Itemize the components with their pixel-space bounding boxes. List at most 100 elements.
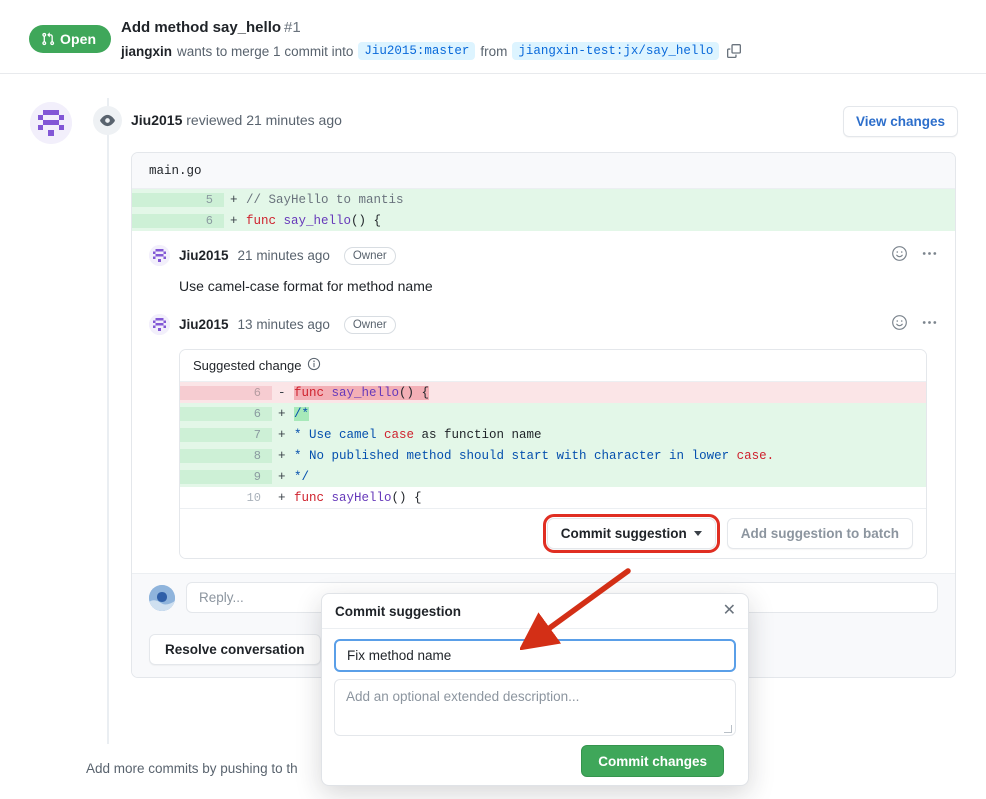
diff-line-number: 9 — [180, 470, 272, 484]
page-title: Add method say_hello#1 — [121, 19, 301, 36]
commit-suggestion-button[interactable]: Commit suggestion — [547, 518, 716, 549]
close-icon[interactable]: ✕ — [723, 603, 736, 619]
review-verb: reviewed — [186, 112, 242, 128]
diff-line-sign: + — [224, 214, 246, 228]
code-comment-star: * No published method should start with … — [294, 449, 737, 463]
diff-line-sign: + — [272, 449, 294, 463]
diff-line-sign: + — [272, 428, 294, 442]
dialog-title: Commit suggestion — [335, 604, 461, 619]
suggested-change-label: Suggested change — [193, 358, 301, 373]
resize-grip-icon[interactable] — [724, 725, 732, 733]
diff-line-number: 8 — [180, 449, 272, 463]
pr-subtitle: jiangxin wants to merge 1 commit into Ji… — [121, 42, 741, 60]
diff-line: 9 + */ — [180, 466, 926, 487]
timeline-rail — [107, 98, 109, 744]
avatar[interactable] — [149, 585, 175, 611]
diff-line: 6 + /* — [180, 403, 926, 424]
kebab-menu-icon[interactable] — [921, 245, 938, 267]
commit-suggestion-label: Commit suggestion — [561, 526, 687, 541]
comment-header: Jiu2015 13 minutes ago Owner — [149, 314, 938, 335]
diff-line-code: * No published method should start with … — [294, 449, 774, 463]
status-badge: Open — [29, 25, 111, 53]
diff-line-number: 6 — [180, 386, 272, 400]
code-tail: () { — [399, 386, 429, 400]
diff-hunk: 5 + // SayHello to mantis 6 + func say_h… — [132, 189, 955, 231]
diff-line: 6 + func say_hello() { — [132, 210, 955, 231]
diff-line-number: 7 — [180, 428, 272, 442]
inline-comment: Jiu2015 21 minutes ago Owner — [132, 231, 955, 294]
dialog-header: Commit suggestion ✕ — [322, 594, 748, 629]
code-tail: () { — [392, 491, 422, 505]
code-function-name: sayHello — [332, 491, 392, 505]
pr-from-text: from — [480, 44, 507, 59]
kebab-menu-icon[interactable] — [921, 314, 938, 336]
diff-line: 10 + func sayHello() { — [180, 487, 926, 508]
review-time: 21 minutes ago — [246, 112, 342, 128]
diff-line: 8 + * No published method should start w… — [180, 445, 926, 466]
avatar[interactable] — [30, 102, 72, 144]
head-branch-chip[interactable]: jiangxin-test:jx/say_hello — [512, 42, 719, 60]
avatar[interactable] — [149, 245, 170, 266]
code-keyword: func — [246, 214, 276, 228]
diff-line-sign: + — [272, 491, 294, 505]
suggested-change-header: Suggested change — [180, 350, 926, 382]
comment-timestamp: 13 minutes ago — [238, 317, 330, 332]
commit-changes-button[interactable]: Commit changes — [581, 745, 724, 777]
diff-line-sign: + — [272, 470, 294, 484]
info-icon[interactable] — [307, 357, 321, 374]
comment-role-badge: Owner — [344, 247, 396, 265]
code-function-name: say_hello — [332, 386, 400, 400]
suggestion-diff: 6 - func say_hello() { 6 + /* 7 + * — [180, 382, 926, 508]
pr-header: Open Add method say_hello#1 jiangxin wan… — [0, 0, 986, 74]
add-suggestion-to-batch-button[interactable]: Add suggestion to batch — [727, 518, 913, 549]
code-tail: () { — [351, 214, 381, 228]
pr-title-text: Add method say_hello — [121, 19, 281, 36]
code-tail: as function name — [414, 428, 542, 442]
review-actor[interactable]: Jiu2015 — [131, 112, 182, 128]
comment-author[interactable]: Jiu2015 — [179, 317, 229, 332]
footer-note: Add more commits by pushing to th — [86, 761, 298, 776]
view-changes-button[interactable]: View changes — [843, 106, 958, 137]
chevron-down-icon — [694, 531, 702, 536]
commit-suggestion-dialog: Commit suggestion ✕ Fix method name Add … — [321, 593, 749, 786]
code-keyword: func — [294, 386, 324, 400]
diff-file-name: main.go — [149, 164, 202, 178]
dialog-footer: Commit changes — [334, 736, 736, 777]
pr-number: #1 — [284, 19, 301, 36]
dialog-body: Fix method name Add an optional extended… — [322, 629, 748, 777]
smiley-icon[interactable] — [891, 314, 908, 336]
commit-description-input[interactable]: Add an optional extended description... — [334, 679, 736, 736]
suggestion-action-bar: Commit suggestion Add suggestion to batc… — [180, 508, 926, 558]
comment-role-badge: Owner — [344, 316, 396, 334]
comment-actions — [891, 314, 938, 336]
comment-actions — [891, 245, 938, 267]
copy-icon[interactable] — [727, 44, 741, 58]
code-keyword: func — [294, 491, 324, 505]
pr-author-link[interactable]: jiangxin — [121, 44, 172, 59]
code-function-name: say_hello — [284, 214, 352, 228]
diff-line-code: */ — [294, 470, 309, 484]
avatar[interactable] — [149, 314, 170, 335]
diff-line-number: 6 — [132, 214, 224, 228]
comment-author[interactable]: Jiu2015 — [179, 248, 229, 263]
code-highlight: case — [737, 449, 767, 463]
suggested-change-box: Suggested change 6 - — [179, 349, 927, 559]
resolve-conversation-button[interactable]: Resolve conversation — [149, 634, 321, 665]
diff-file-header[interactable]: main.go — [132, 153, 955, 189]
diff-line-code: * Use camel case as function name — [294, 428, 542, 442]
diff-line-sign: - — [272, 386, 294, 400]
diff-line: 7 + * Use camel case as function name — [180, 424, 926, 445]
pr-action-text: wants to merge 1 commit into — [177, 44, 353, 59]
diff-line-code: func say_hello() { — [246, 214, 381, 228]
diff-line-sign: + — [272, 407, 294, 421]
commit-message-input[interactable]: Fix method name — [334, 639, 736, 672]
code-comment-star: * Use camel — [294, 428, 384, 442]
code-highlight: case — [384, 428, 414, 442]
comment-timestamp: 21 minutes ago — [238, 248, 330, 263]
comment-header: Jiu2015 21 minutes ago Owner — [149, 245, 938, 266]
diff-line-number: 6 — [180, 407, 272, 421]
base-branch-chip[interactable]: Jiu2015:master — [358, 42, 475, 60]
smiley-icon[interactable] — [891, 245, 908, 267]
diff-line-code: /* — [294, 407, 309, 421]
review-summary: Jiu2015 reviewed 21 minutes ago — [131, 112, 342, 128]
